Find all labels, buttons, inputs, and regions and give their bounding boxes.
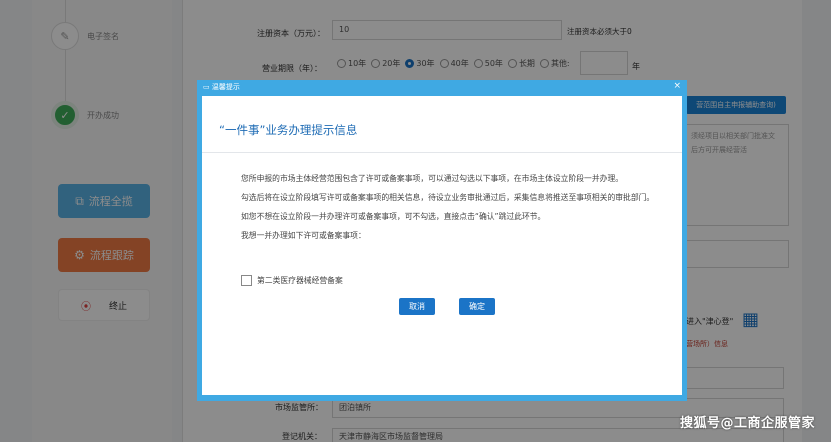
- watermark: 搜狐号@工商企服管家: [679, 416, 815, 431]
- modal-content: “一件事”业务办理提示信息 您所申报的市场主体经营范围包含了许可或备案事项，可以…: [202, 96, 682, 395]
- medical-device-option[interactable]: 第二类医疗器械经营备案: [241, 275, 343, 286]
- paragraph: 您所申报的市场主体经营范围包含了许可或备案事项，可以通过勾选以下事项，在市场主体…: [241, 174, 624, 183]
- modal-titlebar: ▭ 温馨提示: [197, 80, 687, 94]
- modal-header: “一件事”业务办理提示信息: [219, 123, 358, 137]
- paragraph: 我想一并办理如下许可或备案事项：: [241, 231, 366, 240]
- paragraph: 勾选后将在设立阶段填写许可或备案事项的相关信息，待设立业务审批通过后，采集信息将…: [241, 193, 655, 202]
- modal-title: 温馨提示: [211, 83, 240, 91]
- checkbox-label: 第二类医疗器械经营备案: [257, 276, 343, 285]
- close-icon[interactable]: ×: [673, 80, 681, 92]
- window-icon: ▭: [203, 83, 210, 91]
- checkbox[interactable]: [241, 275, 252, 286]
- notice-modal: ▭ 温馨提示 × “一件事”业务办理提示信息 您所申报的市场主体经营范围包含了许…: [197, 80, 687, 401]
- paragraph: 如您不想在设立阶段一并办理许可或备案事项，可不勾选，直接点击“确认”跳过此环节。: [241, 212, 546, 221]
- confirm-button[interactable]: 确定: [459, 298, 495, 315]
- divider: [202, 152, 682, 153]
- cancel-button[interactable]: 取消: [399, 298, 435, 315]
- modal-body: 您所申报的市场主体经营范围包含了许可或备案事项，可以通过勾选以下事项，在市场主体…: [241, 172, 661, 248]
